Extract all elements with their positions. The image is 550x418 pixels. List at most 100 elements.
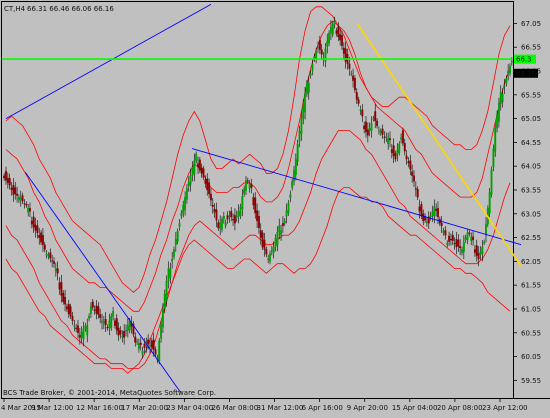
price-chart[interactable]: 66.3 67.0566.5566.0565.5565.0564.5564.05…	[0, 0, 550, 413]
candle-body	[245, 180, 247, 191]
candle-body	[274, 238, 277, 248]
candle-body	[167, 268, 170, 282]
candle-body	[481, 246, 484, 255]
candle-body	[377, 130, 380, 132]
candle-body	[108, 320, 111, 329]
candle-body	[88, 315, 91, 319]
candle-body	[342, 47, 345, 54]
candle-body	[149, 345, 151, 347]
candle-body	[339, 34, 342, 41]
candle-body	[222, 216, 225, 220]
candle-body	[246, 180, 249, 182]
candle-body	[208, 182, 211, 195]
candle-body	[398, 143, 401, 153]
candle-body	[221, 219, 223, 230]
candle-body	[281, 223, 284, 226]
candle-body	[355, 92, 358, 100]
candle-body	[499, 92, 502, 104]
candle-body	[272, 246, 275, 253]
candle-body	[160, 324, 163, 339]
candle-body	[365, 121, 367, 133]
candle-body	[254, 197, 257, 214]
candle-body	[278, 225, 281, 233]
candle-body	[265, 249, 268, 255]
candle-body	[449, 239, 452, 241]
candle-body	[112, 311, 115, 317]
candle-body	[431, 211, 434, 217]
candle-body	[228, 216, 231, 218]
candle-body	[483, 242, 486, 244]
candle-body	[311, 63, 314, 72]
candle-body	[317, 47, 319, 49]
candle-body	[141, 350, 144, 355]
candle-body	[280, 230, 283, 236]
candle-body	[191, 166, 194, 176]
y-tick-label: 61.55	[521, 282, 541, 290]
candle-body	[237, 211, 240, 217]
candle-body	[304, 93, 307, 113]
candle-body	[217, 222, 220, 229]
candle-body	[309, 73, 312, 76]
candle-body	[455, 239, 458, 248]
candle-body	[128, 320, 131, 331]
candle-body	[230, 211, 233, 218]
x-tick-label: 31 Mar 12:00	[257, 404, 304, 412]
candle-body	[82, 328, 85, 340]
candle-body	[429, 216, 432, 218]
candle-body	[91, 301, 94, 308]
candle-body	[300, 118, 303, 134]
candle-body	[147, 339, 150, 345]
candle-body	[38, 235, 41, 238]
x-tick-label: 12 Mar 16:00	[76, 404, 123, 412]
candle-body	[204, 179, 207, 184]
candle-body	[169, 268, 172, 279]
candle-body	[8, 177, 11, 186]
candle-body	[329, 27, 332, 34]
candle-body	[106, 327, 109, 329]
candle-body	[433, 206, 436, 217]
candle-body	[503, 85, 506, 88]
candle-body	[372, 118, 375, 120]
candle-body	[389, 138, 391, 141]
candle-body	[475, 245, 478, 256]
y-tick-label: 65.55	[521, 91, 541, 99]
candle-body	[414, 188, 417, 190]
candle-body	[75, 327, 78, 329]
x-tick-label: 23 Mar 04:00	[166, 404, 213, 412]
candle-body	[49, 252, 52, 259]
candle-body	[411, 171, 414, 176]
candle-body	[21, 195, 24, 202]
candle-body	[97, 306, 100, 315]
x-tick-label: 20 Apr 08:00	[437, 404, 483, 412]
candle-body	[185, 188, 188, 200]
candle-body	[67, 304, 70, 314]
candle-body	[437, 208, 439, 218]
candle-body	[215, 209, 218, 221]
candle-body	[494, 127, 497, 152]
candle-body	[466, 232, 469, 241]
candle-body	[137, 342, 140, 349]
candle-body	[366, 129, 369, 136]
candle-body	[335, 30, 338, 34]
candle-body	[104, 319, 107, 325]
candle-body	[477, 253, 480, 260]
candle-body	[315, 51, 318, 60]
candle-body	[136, 341, 139, 343]
chart-header-ohlc: 66.31 66.46 66.06 66.16	[27, 5, 114, 13]
candle-body	[99, 314, 102, 318]
candle-body	[464, 237, 467, 241]
candle-body	[418, 206, 421, 212]
candle-body	[331, 24, 334, 35]
candle-body	[259, 230, 262, 238]
candle-body	[287, 202, 290, 214]
candle-body	[36, 225, 39, 233]
candle-body	[161, 308, 164, 328]
y-tick-label: 63.05	[521, 210, 541, 218]
candle-body	[54, 268, 57, 272]
candle-body	[197, 163, 199, 168]
candle-body	[235, 216, 238, 218]
candle-body	[392, 145, 395, 157]
candle-body	[416, 189, 419, 198]
candle-body	[158, 340, 161, 362]
candle-body	[496, 114, 499, 129]
